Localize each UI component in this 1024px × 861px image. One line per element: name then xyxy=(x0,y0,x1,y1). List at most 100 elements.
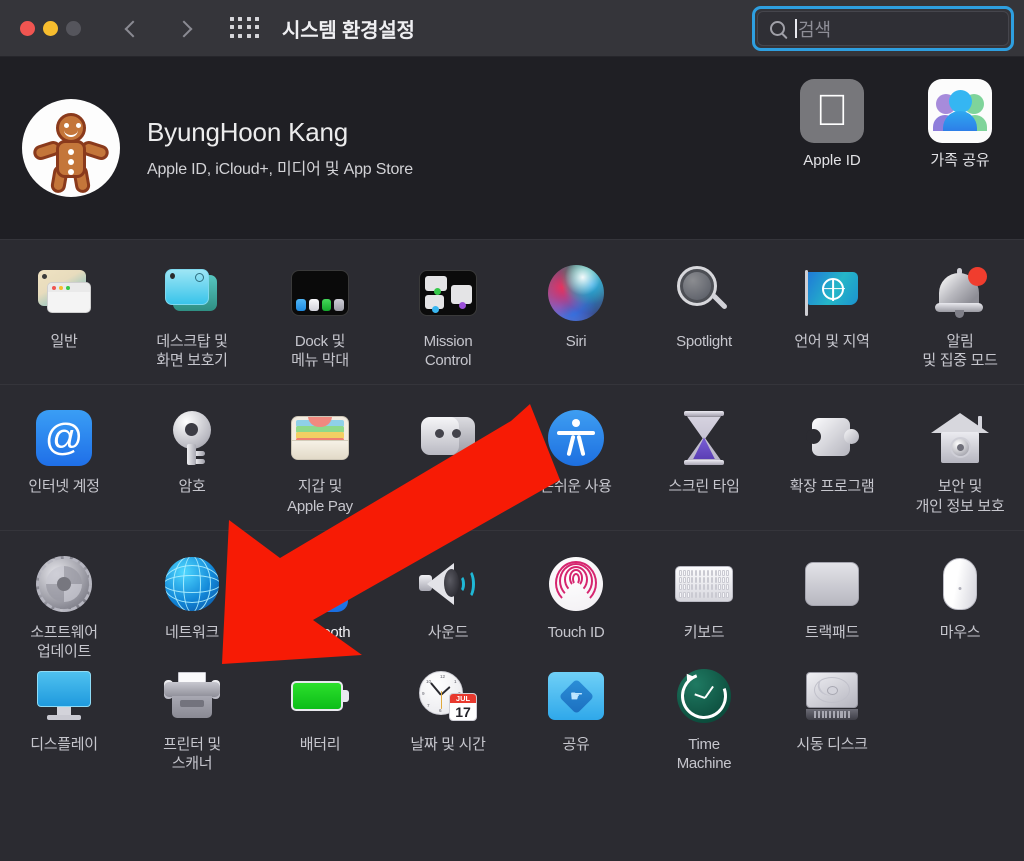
pref-internet-accounts[interactable]: @ 인터넷 계정 xyxy=(0,403,128,515)
pref-network[interactable]: 네트워크 xyxy=(128,549,256,661)
keyboard-key xyxy=(686,591,690,598)
pref-label: 보안 및 개인 정보 보호 xyxy=(915,478,1005,515)
forward-chevron-icon[interactable] xyxy=(175,21,190,36)
pref-passwords[interactable]: 암호 xyxy=(128,403,256,515)
text-caret xyxy=(795,19,797,38)
pref-spotlight[interactable]: Spotlight xyxy=(640,258,768,370)
close-button[interactable] xyxy=(20,20,35,36)
apple-id-profile-section[interactable]: ByungHoon Kang Apple ID, iCloud+, 미디어 및 … xyxy=(0,57,1024,240)
pref-label: 디스플레이 xyxy=(30,736,98,754)
keyboard-key xyxy=(718,569,722,576)
pref-label: 트랙패드 xyxy=(804,623,859,641)
pref-startup-disk[interactable]: 시동 디스크 xyxy=(768,661,896,773)
pref-wallet-applepay[interactable]: 지갑 및 Apple Pay xyxy=(256,403,384,515)
general-icon xyxy=(33,262,95,324)
pref-extensions[interactable]: 확장 프로그램 xyxy=(768,403,896,515)
keyboard-key xyxy=(682,577,686,584)
grid-dot xyxy=(246,17,251,21)
keyboard-key xyxy=(722,569,726,576)
avatar[interactable] xyxy=(22,99,120,197)
displays-icon xyxy=(33,665,95,727)
sharing-icon: ☛ xyxy=(545,665,607,727)
minimize-button[interactable] xyxy=(43,20,58,36)
pref-software-update[interactable]: 소프트웨어 업데이트 xyxy=(0,549,128,661)
apple-id-tile[interactable]:  Apple ID xyxy=(768,57,896,239)
search-input[interactable]: 검색 xyxy=(757,11,1009,46)
pref-battery[interactable]: 배터리 xyxy=(256,661,384,773)
back-chevron-icon[interactable] xyxy=(124,21,139,36)
pref-dock-menubar[interactable]: Dock 및 메뉴 막대 xyxy=(256,258,384,370)
keyboard-key xyxy=(682,584,686,591)
pref-label: 알림 및 집중 모드 xyxy=(922,333,998,370)
pref-desktop-screensaver[interactable]: 데스크탑 및 화면 보호기 xyxy=(128,258,256,370)
pref-language-region[interactable]: 언어 및 지역 xyxy=(768,258,896,370)
pref-label: 일반 xyxy=(50,333,78,350)
keyboard-key xyxy=(714,591,718,598)
pref-sound[interactable]: 사운드 xyxy=(384,549,512,661)
search-focus-ring: 검색 xyxy=(752,6,1014,51)
pref-bluetooth[interactable]: ᛭ Bluetooth xyxy=(256,549,384,661)
keyboard-key xyxy=(710,584,714,591)
keyboard-key xyxy=(690,577,694,584)
keyboard-key xyxy=(702,591,706,598)
pref-displays[interactable]: 디스플레이 xyxy=(0,661,128,773)
gingerbread-button xyxy=(68,169,74,175)
maximize-button[interactable] xyxy=(66,20,81,36)
touch-id-fingerprint-icon xyxy=(545,553,607,615)
pref-label: 키보드 xyxy=(683,623,725,641)
pref-accessibility[interactable]: 손쉬운 사용 xyxy=(512,403,640,515)
keyboard-key xyxy=(714,569,718,576)
keyboard-key xyxy=(714,584,718,591)
pref-siri[interactable]: Siri xyxy=(512,258,640,370)
accounts-section: @ 인터넷 계정 암호 지갑 및 Apple Pay 사용자 및 그룹 손쉬운 … xyxy=(0,385,1024,531)
pref-security-privacy[interactable]: 보안 및 개인 정보 보호 xyxy=(896,403,1024,515)
pref-screen-time[interactable]: 스크린 타임 xyxy=(640,403,768,515)
pref-printers-scanners[interactable]: 프린터 및 스캐너 xyxy=(128,661,256,773)
grid-dot xyxy=(238,25,243,30)
pref-label: 손쉬운 사용 xyxy=(540,478,612,496)
grid-dot xyxy=(230,25,234,30)
pref-trackpad[interactable]: 트랙패드 xyxy=(768,549,896,661)
show-all-grid-icon[interactable] xyxy=(230,17,260,39)
family-person xyxy=(949,90,972,113)
pref-mission-control[interactable]: Mission Control xyxy=(384,258,512,370)
pref-users-groups[interactable]: 사용자 및 그룹 xyxy=(384,403,512,515)
pref-label: 사용자 및 그룹 xyxy=(425,478,471,515)
pref-notifications-focus[interactable]: 알림 및 집중 모드 xyxy=(896,258,1024,370)
gingerbread-head xyxy=(56,113,86,143)
pref-mouse[interactable]: 마우스 xyxy=(896,549,1024,661)
wallet-applepay-icon xyxy=(289,407,351,469)
bluetooth-icon: ᛭ xyxy=(289,553,351,615)
pref-label: 데스크탑 및 화면 보호기 xyxy=(156,333,228,370)
calendar-month: JUL xyxy=(450,694,476,704)
pref-label: Spotlight xyxy=(676,333,732,350)
pref-general[interactable]: 일반 xyxy=(0,258,128,370)
pref-date-time[interactable]: 12 1 3 5 6 7 9 10 JUL 17 xyxy=(384,661,512,773)
grid-dot xyxy=(254,25,259,30)
spotlight-icon xyxy=(673,262,735,324)
pref-label: 스크린 타임 xyxy=(668,478,740,496)
pref-keyboard[interactable]: 키보드 xyxy=(640,549,768,661)
pref-label: 마우스 xyxy=(939,623,981,641)
siri-icon xyxy=(545,262,607,324)
keyboard-key xyxy=(706,577,710,584)
mouse-icon xyxy=(929,553,991,615)
pref-touch-id[interactable]: Touch ID xyxy=(512,549,640,661)
pref-label: 프린터 및 스캐너 xyxy=(163,736,221,773)
keyboard-key xyxy=(690,584,694,591)
pref-label: 배터리 xyxy=(299,736,341,754)
keyboard-key xyxy=(726,591,729,598)
pref-label: 사운드 xyxy=(427,623,469,641)
keyboard-key xyxy=(694,577,698,584)
pref-sharing[interactable]: ☛ 공유 xyxy=(512,661,640,773)
keyboard-key xyxy=(706,584,710,591)
mission-control-icon xyxy=(417,262,479,324)
calendar-day: 17 xyxy=(455,704,471,721)
apple-id-label: Apple ID xyxy=(803,152,861,169)
keyboard-key xyxy=(679,577,682,584)
titlebar: 시스템 환경설정 검색 xyxy=(0,0,1024,57)
family-sharing-tile[interactable]: 가족 공유 xyxy=(896,57,1024,239)
gingerbread-button xyxy=(68,159,74,165)
apple-logo-icon:  xyxy=(800,79,864,143)
pref-time-machine[interactable]: Time Machine xyxy=(640,661,768,773)
